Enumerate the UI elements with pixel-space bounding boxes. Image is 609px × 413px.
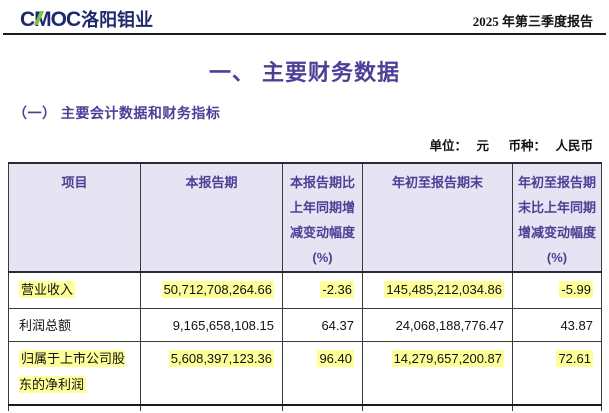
report-page: CMOC 洛阳钼业 2025 年第三季度报告 一、 主要财务数据 （一） 主要会… xyxy=(0,0,609,413)
company-logo: CMOC 洛阳钼业 xyxy=(20,6,153,32)
column-header-item: 项目 xyxy=(9,163,141,272)
unit-label: 单位： xyxy=(429,139,467,153)
column-header-ytd: 年初至报告期末 xyxy=(363,163,513,272)
ytd-change-cell: -5.99 xyxy=(513,272,602,308)
item-cell: 归属于上市公司股东的净利润 xyxy=(9,341,141,405)
currency-label: 币种： xyxy=(508,139,546,153)
logo-latin-text: CMOC xyxy=(20,8,80,32)
item-cell: 利润总额 xyxy=(9,308,141,341)
current-period-cell: 5,608,397,123.36 xyxy=(141,341,283,405)
ytd-change-cell: 43.87 xyxy=(513,308,602,341)
ytd-cell: 14,279,657,200.87 xyxy=(363,341,513,405)
currency-value: 人民币 xyxy=(555,139,593,153)
unit-value: 元 xyxy=(476,139,489,153)
ytd-cell: 24,068,188,776.47 xyxy=(363,308,513,341)
logo-chinese-text: 洛阳钼业 xyxy=(81,6,153,32)
unit-note: 单位： 元 币种： 人民币 xyxy=(0,135,593,154)
ytd-cell: 145,485,212,034.86 xyxy=(363,272,513,308)
column-header-ytd-change: 年初至报告期末比上年同期增减变动幅度 (%) xyxy=(513,163,602,272)
column-header-current-period: 本报告期 xyxy=(141,163,283,272)
column-header-current-change: 本报告期比上年同期增减变动幅度 (%) xyxy=(283,163,363,272)
section-title: 一、 主要财务数据 xyxy=(0,55,609,87)
current-change-cell: -2.36 xyxy=(283,272,363,308)
current-period-cell: 50,712,708,264.66 xyxy=(141,272,283,308)
table-row-partial xyxy=(9,405,602,411)
current-change-cell: 64.37 xyxy=(283,308,363,341)
current-change-cell: 96.40 xyxy=(283,341,363,405)
table-row-revenue: 营业收入 50,712,708,264.66 -2.36 145,485,212… xyxy=(9,272,602,308)
table-row-total-profit: 利润总额 9,165,658,108.15 64.37 24,068,188,7… xyxy=(9,308,602,341)
item-cell: 营业收入 xyxy=(9,272,141,308)
header-divider xyxy=(3,33,606,35)
subsection-title: （一） 主要会计数据和财务指标 xyxy=(13,103,609,123)
financial-table: 项目 本报告期 本报告期比上年同期增减变动幅度 (%) 年初至报告期末 年初至报… xyxy=(8,162,602,411)
table-row-net-profit: 归属于上市公司股东的净利润 5,608,397,123.36 96.40 14,… xyxy=(9,341,602,405)
report-title: 2025 年第三季度报告 xyxy=(473,11,593,32)
page-header: CMOC 洛阳钼业 2025 年第三季度报告 xyxy=(0,0,609,32)
current-period-cell: 9,165,658,108.15 xyxy=(141,308,283,341)
ytd-change-cell: 72.61 xyxy=(513,341,602,405)
table-header-row: 项目 本报告期 本报告期比上年同期增减变动幅度 (%) 年初至报告期末 年初至报… xyxy=(9,163,602,272)
